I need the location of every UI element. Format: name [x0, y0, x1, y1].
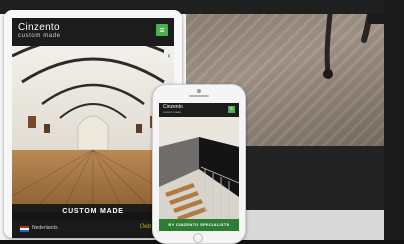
chair-legs-image: [323, 14, 384, 79]
site-logo[interactable]: Cinzento: [18, 22, 60, 33]
chevron-left-icon[interactable]: ‹: [164, 50, 174, 62]
phone-site-logo-tagline: custom made: [163, 110, 182, 114]
phone-caption-banner[interactable]: BY CINZENTO SPECIALISTS: [159, 219, 239, 231]
tablet-screen: Cinzento custom made ≡ ‹ CUSTOM MADE Ned…: [12, 18, 174, 238]
backdrop-frame-right: [384, 0, 404, 244]
phone-home-button[interactable]: [193, 233, 203, 243]
site-logo-tagline: custom made: [18, 33, 61, 39]
phone-speaker: [189, 95, 209, 97]
desktop-monitor-stand: [236, 210, 384, 240]
menu-icon[interactable]: ≡: [156, 24, 168, 36]
tablet-site-header: Cinzento custom made ≡: [12, 18, 174, 46]
product-mockup-scene: Cinzento custom made ≡ ‹ CUSTOM MADE Ned…: [0, 0, 404, 244]
custom-made-banner[interactable]: CUSTOM MADE: [12, 204, 174, 220]
phone-screen: Cinzento custom made ≡ BY CINZENTO SPECI…: [159, 103, 239, 231]
menu-icon[interactable]: ≡: [228, 106, 235, 113]
tablet-site-footer: Nederlands Oeb Bagel: [12, 220, 174, 238]
smartphone-device: Cinzento custom made ≡ BY CINZENTO SPECI…: [152, 84, 246, 244]
phone-site-header: Cinzento custom made ≡: [159, 103, 239, 117]
phone-camera: [197, 89, 201, 93]
language-flag-icon[interactable]: [20, 226, 29, 232]
language-selector[interactable]: Nederlands: [32, 225, 58, 231]
gallery-hall-hero-image: [12, 46, 174, 212]
staircase-hero-image: [159, 117, 239, 219]
